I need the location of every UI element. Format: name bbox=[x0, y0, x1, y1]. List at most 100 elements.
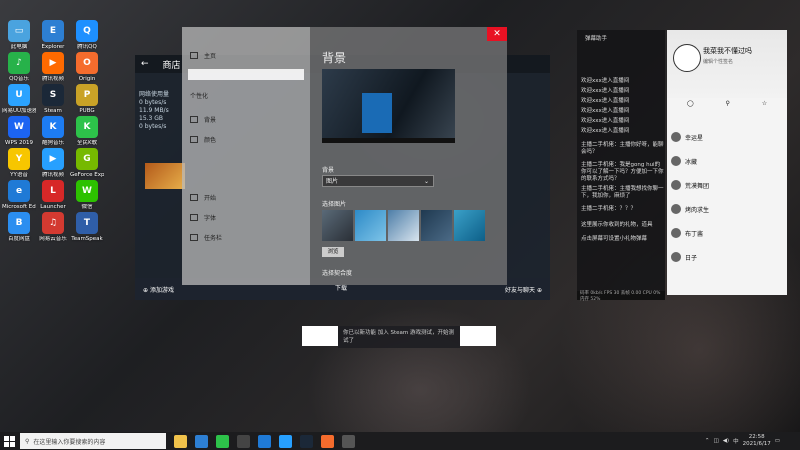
desktop-icon[interactable]: ▶ 腾讯视频 bbox=[36, 52, 70, 83]
desktop-icon-label: Explorer bbox=[41, 44, 65, 50]
search-icon: ⚲ bbox=[25, 437, 30, 445]
desktop-icon[interactable]: Q 腾讯QQ bbox=[70, 20, 104, 51]
browser-icon[interactable] bbox=[195, 434, 208, 448]
media-app-icon[interactable] bbox=[237, 434, 250, 448]
desktop-icon[interactable]: U 网易UU加速器 bbox=[2, 84, 36, 115]
friends-chat-label: 好友与聊天 bbox=[505, 287, 536, 294]
desktop-icon-label: 酷狗音乐 bbox=[41, 140, 64, 146]
settings-window[interactable]: 主页 个性化 背景 颜色 开始 字体 任务栏 背景 背景 图片 ⌄ 选择图片 浏览… bbox=[182, 27, 507, 285]
nav-taskbar[interactable]: 任务栏 bbox=[190, 233, 222, 242]
app-icon: Q bbox=[76, 20, 98, 42]
picture-thumb-1[interactable] bbox=[322, 210, 353, 241]
desktop-icon[interactable]: Y YY语音 bbox=[2, 148, 36, 179]
system-tray: ⌃ ◫ ◀) 中 22:58 2021/6/17 ▭ bbox=[705, 432, 780, 450]
desktop-icon[interactable]: ▭ 此电脑 bbox=[2, 20, 36, 51]
back-arrow-icon[interactable]: ← bbox=[141, 59, 149, 69]
edge-icon[interactable] bbox=[258, 434, 271, 448]
chat-message: 主播二手机佬：？？？ bbox=[581, 206, 637, 212]
contact-row[interactable]: 荒漠舞团 bbox=[671, 178, 783, 192]
desktop-icon[interactable]: L Launcher bbox=[36, 180, 70, 211]
picture-thumb-2[interactable] bbox=[355, 210, 386, 241]
nav-background[interactable]: 背景 bbox=[190, 115, 216, 124]
contact-row[interactable]: 幸运星 bbox=[671, 130, 783, 144]
clock[interactable]: 22:58 2021/6/17 bbox=[743, 434, 771, 448]
choose-picture-label: 选择图片 bbox=[322, 201, 347, 208]
nav-start[interactable]: 开始 bbox=[190, 193, 216, 202]
danmaku-chat-window[interactable]: 弹幕助手 欢迎xxx进入直播间 欢迎xxx进入直播间 欢迎xxx进入直播间 欢迎xxx… bbox=[577, 30, 665, 302]
add-game-button[interactable]: ⊕ 添加游戏 bbox=[143, 285, 174, 294]
qq-app-icon[interactable] bbox=[279, 434, 292, 448]
preview-taskbar bbox=[322, 138, 455, 143]
desktop-icon[interactable]: ♪ QQ音乐 bbox=[2, 52, 36, 83]
desktop-icon[interactable]: ▶ 腾讯视频 bbox=[36, 148, 70, 179]
chat-app-icon[interactable] bbox=[216, 434, 229, 448]
contact-row[interactable]: 日子 bbox=[671, 250, 783, 264]
desktop-icon-label: TeamSpeak bbox=[71, 236, 103, 242]
nav-home[interactable]: 主页 bbox=[190, 51, 216, 60]
store-tab[interactable]: 商店 bbox=[163, 58, 181, 71]
qq-main-panel[interactable]: 我菜我不懂过吗 编辑个性签名 ◯ ⚲ ☆ 幸运星冰藏荒漠舞团烤肉求生布丁酱日子 bbox=[667, 30, 787, 295]
qq-signature[interactable]: 编辑个性签名 bbox=[703, 58, 733, 65]
qq-tab-bar: ◯ ⚲ ☆ bbox=[671, 100, 783, 112]
app-icon: W bbox=[76, 180, 98, 202]
desktop-icon[interactable]: G GeForce Experience bbox=[70, 148, 104, 179]
desktop-icon[interactable]: W 微信 bbox=[70, 180, 104, 211]
chat-message: 欢迎xxx进入直播间 bbox=[581, 108, 630, 114]
message-icon[interactable]: ◯ bbox=[687, 100, 694, 112]
notification-icon[interactable]: ▭ bbox=[775, 438, 780, 444]
picture-icon bbox=[190, 116, 198, 123]
network-icon[interactable]: ◫ bbox=[713, 438, 718, 444]
start-button[interactable] bbox=[0, 432, 18, 450]
space-icon[interactable]: ☆ bbox=[762, 100, 767, 112]
contact-row[interactable]: 烤肉求生 bbox=[671, 202, 783, 216]
background-type-select[interactable]: 图片 ⌄ bbox=[322, 175, 434, 187]
chevron-up-icon[interactable]: ⌃ bbox=[705, 438, 710, 444]
desktop-icon[interactable]: ♫ 网易云音乐 bbox=[36, 212, 70, 243]
desktop-icon-label: WPS 2019 bbox=[5, 140, 33, 146]
avatar[interactable] bbox=[673, 44, 701, 72]
volume-icon[interactable]: ◀) bbox=[723, 438, 729, 444]
desktop-icon[interactable]: T TeamSpeak bbox=[70, 212, 104, 243]
desktop-icon[interactable]: e Microsoft Edge bbox=[2, 180, 36, 211]
browse-button[interactable]: 浏览 bbox=[322, 247, 344, 257]
steam-notice[interactable]: 你已以新功能 加入 Steam 游戏测试，开始测试了 bbox=[338, 326, 460, 348]
game-thumbnail[interactable] bbox=[145, 163, 185, 189]
file-explorer-icon[interactable] bbox=[174, 434, 187, 448]
desktop-icon-label: Steam bbox=[44, 108, 62, 114]
picture-thumb-3[interactable] bbox=[388, 210, 419, 241]
desktop-icon[interactable]: S Steam bbox=[36, 84, 70, 115]
desktop-icon[interactable]: W WPS 2019 bbox=[2, 116, 36, 147]
notice-left-tile bbox=[302, 326, 338, 346]
contacts-icon[interactable]: ⚲ bbox=[725, 100, 729, 112]
nav-colors[interactable]: 颜色 bbox=[190, 135, 216, 144]
find-setting-box[interactable] bbox=[188, 69, 304, 80]
picture-thumb-5[interactable] bbox=[454, 210, 485, 241]
desktop-icon[interactable]: O Origin bbox=[70, 52, 104, 83]
desktop-icon[interactable]: E Explorer bbox=[36, 20, 70, 51]
steam-taskbar-icon[interactable] bbox=[300, 434, 313, 448]
taskbar: ⚲ 在这里输入你要搜索的内容 ⌃ ◫ ◀) 中 22:58 2021/6/17 … bbox=[0, 432, 800, 450]
taskbar-search-box[interactable]: ⚲ 在这里输入你要搜索的内容 bbox=[20, 433, 166, 449]
contact-avatar bbox=[671, 252, 681, 262]
nav-fonts[interactable]: 字体 bbox=[190, 213, 216, 222]
contact-row[interactable]: 布丁酱 bbox=[671, 226, 783, 240]
settings-gear-icon[interactable] bbox=[342, 434, 355, 448]
desktop-icon-label: Origin bbox=[78, 76, 96, 82]
chat-message: 欢迎xxx进入直播间 bbox=[581, 88, 630, 94]
contact-row[interactable]: 冰藏 bbox=[671, 154, 783, 168]
input-language[interactable]: 中 bbox=[733, 437, 739, 445]
nav-start-label: 开始 bbox=[204, 195, 217, 202]
qq-profile-header: 我菜我不懂过吗 编辑个性签名 bbox=[667, 30, 787, 98]
nav-home-label: 主页 bbox=[204, 53, 217, 60]
origin-taskbar-icon[interactable] bbox=[321, 434, 334, 448]
desktop-icon-label: PUBG bbox=[79, 108, 95, 114]
desktop-icon[interactable]: P PUBG bbox=[70, 84, 104, 115]
desktop-icon[interactable]: K 酷狗音乐 bbox=[36, 116, 70, 147]
chat-message: 主播二手机佬：我是gong hui的 你可以了解一下吗？方便加一下你的联系方式吗… bbox=[581, 162, 664, 182]
close-icon[interactable]: ✕ bbox=[487, 27, 507, 41]
picture-thumb-4[interactable] bbox=[421, 210, 452, 241]
friends-chat-button[interactable]: 好友与聊天 ⊕ bbox=[505, 285, 542, 294]
chat-status-bar: 码率 0kb/s FPS 30 丢帧 0.00 CPU 0% 内存 52% bbox=[577, 291, 665, 302]
desktop-icon[interactable]: K 全民K歌 bbox=[70, 116, 104, 147]
desktop-icon[interactable]: B 百度网盘 bbox=[2, 212, 36, 243]
